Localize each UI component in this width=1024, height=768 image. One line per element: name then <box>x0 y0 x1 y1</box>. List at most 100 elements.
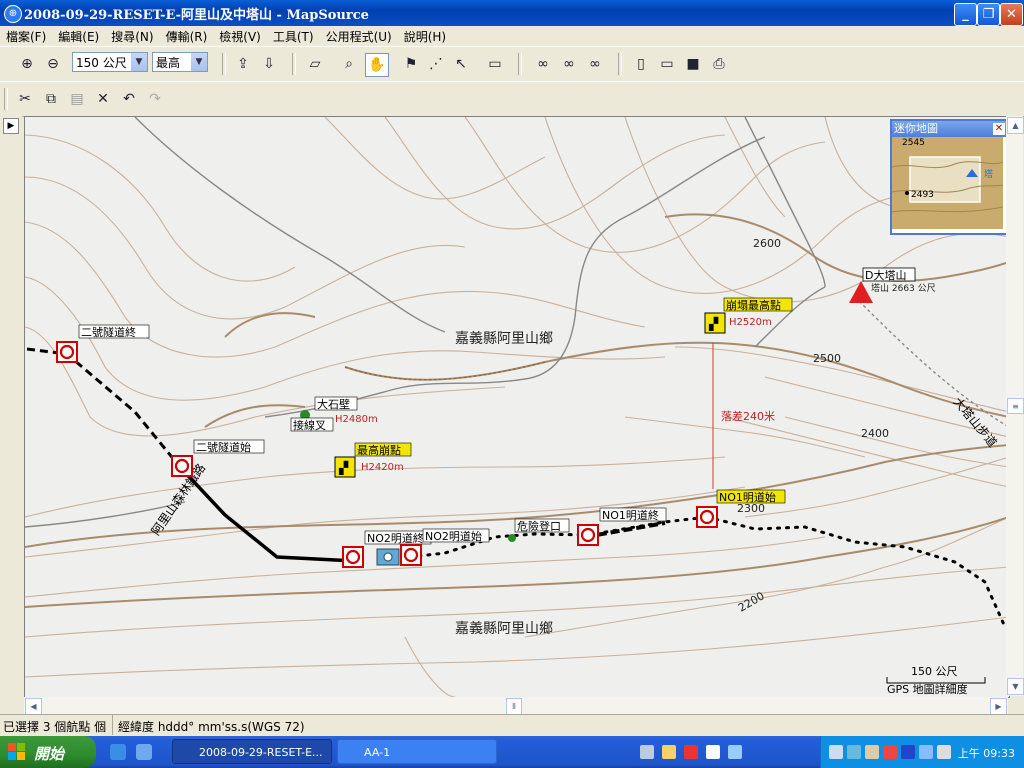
index-contour-lines <box>25 213 1009 608</box>
vertical-scrollbar[interactable]: ▲ ≡ ▼ <box>1006 116 1024 696</box>
find-places-icon[interactable]: ∞ <box>584 53 606 75</box>
tray-icon[interactable] <box>847 745 861 759</box>
scroll-thumb[interactable]: ≡ <box>1007 398 1024 414</box>
waypoint-highest-slope[interactable]: ▞ 最高崩點 H2420m <box>334 442 412 478</box>
copy-icon[interactable]: ⧉ <box>40 88 62 110</box>
map-view[interactable]: 2600 2500 2400 2300 2200 嘉義縣阿里山鄉 嘉義縣阿里山鄉… <box>24 116 1010 698</box>
menu-file[interactable]: 檔案(F) <box>0 26 52 45</box>
contour-label-2200: 2200 <box>736 589 767 614</box>
app-icon[interactable] <box>684 745 698 759</box>
task-folder[interactable]: AA-1 <box>337 739 497 764</box>
network-icon[interactable] <box>829 745 843 759</box>
scale-label: 150 公尺 <box>911 665 958 678</box>
tray-icon[interactable] <box>919 745 933 759</box>
zoom-scale-select[interactable]: 150 公尺 ▼ <box>72 52 148 72</box>
save-icon[interactable]: ■ <box>682 53 704 75</box>
title-bar: ⊕ 2008-09-29-RESET-E-阿里山及中塔山 - MapSource… <box>0 0 1024 26</box>
map-canvas[interactable]: 2600 2500 2400 2300 2200 嘉義縣阿里山鄉 嘉義縣阿里山鄉… <box>25 117 1009 697</box>
print-icon[interactable]: ⎙ <box>708 53 730 75</box>
redo-icon[interactable]: ↷ <box>144 88 166 110</box>
scroll-left-icon[interactable]: ◀ <box>25 698 42 715</box>
scroll-right-icon[interactable]: ▶ <box>990 698 1007 715</box>
new-file-icon[interactable]: ▯ <box>630 53 652 75</box>
contour-label-2600: 2600 <box>753 237 781 250</box>
find-binoculars-icon[interactable]: ∞ <box>532 53 554 75</box>
detail-level-select[interactable]: 最高 ▼ <box>152 52 208 72</box>
label: NO2明道終 <box>367 531 424 545</box>
menu-transfer[interactable]: 傳輸(R) <box>160 26 214 45</box>
toolbar-divider <box>518 53 522 75</box>
svg-text:▞: ▞ <box>708 316 719 331</box>
minimap-close-icon[interactable]: ✕ <box>993 123 1005 135</box>
menu-help[interactable]: 說明(H) <box>398 26 452 45</box>
quicklaunch-icon[interactable] <box>136 744 152 760</box>
zoom-out-icon[interactable]: ⊖ <box>42 53 64 75</box>
waypoint-tunnel2-end[interactable]: 二號隧道終 <box>56 324 150 363</box>
zoom-in-icon[interactable]: ⊕ <box>16 53 38 75</box>
tray-icon[interactable] <box>865 745 879 759</box>
peak-marker[interactable]: D大塔山 塔山 2663 公尺 <box>849 267 936 303</box>
volume-icon[interactable] <box>937 745 951 759</box>
undo-icon[interactable]: ↶ <box>118 88 140 110</box>
close-button[interactable]: ✕ <box>1000 3 1023 26</box>
start-button[interactable]: 開始 <box>0 736 96 768</box>
media-icon[interactable] <box>901 745 915 759</box>
help-icon[interactable] <box>706 745 720 759</box>
zoom-tool-icon[interactable]: ⌕ <box>338 53 360 75</box>
waypoint-tunnel2-start[interactable]: 二號隧道始 <box>171 439 265 477</box>
scroll-up-icon[interactable]: ▲ <box>1007 117 1024 134</box>
open-folder-icon[interactable]: ▭ <box>656 53 678 75</box>
chevron-down-icon[interactable]: ▼ <box>191 53 207 71</box>
menu-tools[interactable]: 工具(T) <box>267 26 320 45</box>
menu-utilities[interactable]: 公用程式(U) <box>320 26 398 45</box>
selection-arrow-icon[interactable]: ↖ <box>450 53 472 75</box>
label: 崩塌最高點 <box>726 298 781 312</box>
distance-ruler-icon[interactable]: ▭ <box>484 53 506 75</box>
selection-status: 已選擇 3 個航點 個 <box>3 720 107 734</box>
taskbar: 開始 2008-09-29-RESET-E... AA-1 上午 09:33 <box>0 736 1024 768</box>
waypoint-danger-entry[interactable]: 危險登口 <box>508 518 570 542</box>
tray-icon[interactable] <box>883 745 897 759</box>
scroll-down-icon[interactable]: ▼ <box>1007 678 1024 695</box>
elev-label: H2480m <box>335 414 378 425</box>
horizontal-scrollbar[interactable]: ◀ ⦀ ▶ <box>24 697 1008 715</box>
elevation-boundary <box>344 361 546 381</box>
route-tool-icon[interactable]: ⋰ <box>425 53 447 75</box>
waypoint-junction[interactable]: 接線叉 <box>290 417 334 432</box>
ie-icon[interactable] <box>110 744 126 760</box>
delete-icon[interactable]: ✕ <box>92 88 114 110</box>
receive-from-device-icon[interactable]: ⇪ <box>232 53 254 75</box>
paste-icon[interactable]: ▤ <box>66 88 88 110</box>
menu-search[interactable]: 搜尋(N) <box>105 26 159 45</box>
find-nearby-icon[interactable]: ∞ <box>558 53 580 75</box>
contour-label-2500: 2500 <box>813 352 841 365</box>
scale-bar: 150 公尺 GPS 地圖詳細度 <box>886 665 986 696</box>
window-title: 2008-09-29-RESET-E-阿里山及中塔山 - MapSource <box>24 8 369 23</box>
expand-panel-icon[interactable]: ▶ <box>3 118 19 134</box>
peak-detail: 塔山 2663 公尺 <box>871 282 936 294</box>
app-icon[interactable]: ⊕ <box>4 5 22 23</box>
minimap-panel[interactable]: 迷你地圖 ✕ 2493 2545 塔 <box>890 119 1009 235</box>
menu-view[interactable]: 檢視(V) <box>213 26 267 45</box>
map-tool-icon[interactable]: ▱ <box>304 53 326 75</box>
menu-edit[interactable]: 編輯(E) <box>52 26 105 45</box>
task-mapsource[interactable]: 2008-09-29-RESET-E... <box>172 739 332 764</box>
minimap-canvas[interactable]: 2493 2545 塔 <box>891 137 1004 229</box>
minimap-titlebar: 迷你地圖 ✕ <box>892 121 1007 137</box>
task-label: AA-1 <box>364 746 391 759</box>
restore-button[interactable]: ❐ <box>977 3 1000 26</box>
camera-marker[interactable] <box>376 548 400 566</box>
send-to-device-icon[interactable]: ⇩ <box>258 53 280 75</box>
tool-icon[interactable] <box>662 745 676 759</box>
cut-icon[interactable]: ✂ <box>14 88 36 110</box>
chevron-down-icon[interactable]: ▼ <box>131 53 147 71</box>
minimap-title: 迷你地圖 <box>894 122 938 135</box>
waypoint-flag-icon[interactable]: ⚑ <box>400 53 422 75</box>
waypoint-collapse-top[interactable]: ▞ 崩塌最高點 H2520m <box>704 297 793 334</box>
tray-icon[interactable] <box>728 745 742 759</box>
keyboard-icon[interactable] <box>640 745 654 759</box>
elev-label: H2420m <box>361 462 404 473</box>
scroll-thumb[interactable]: ⦀ <box>506 698 522 715</box>
minimize-button[interactable]: _ <box>954 3 977 26</box>
hand-tool-icon[interactable]: ✋ <box>365 53 389 77</box>
